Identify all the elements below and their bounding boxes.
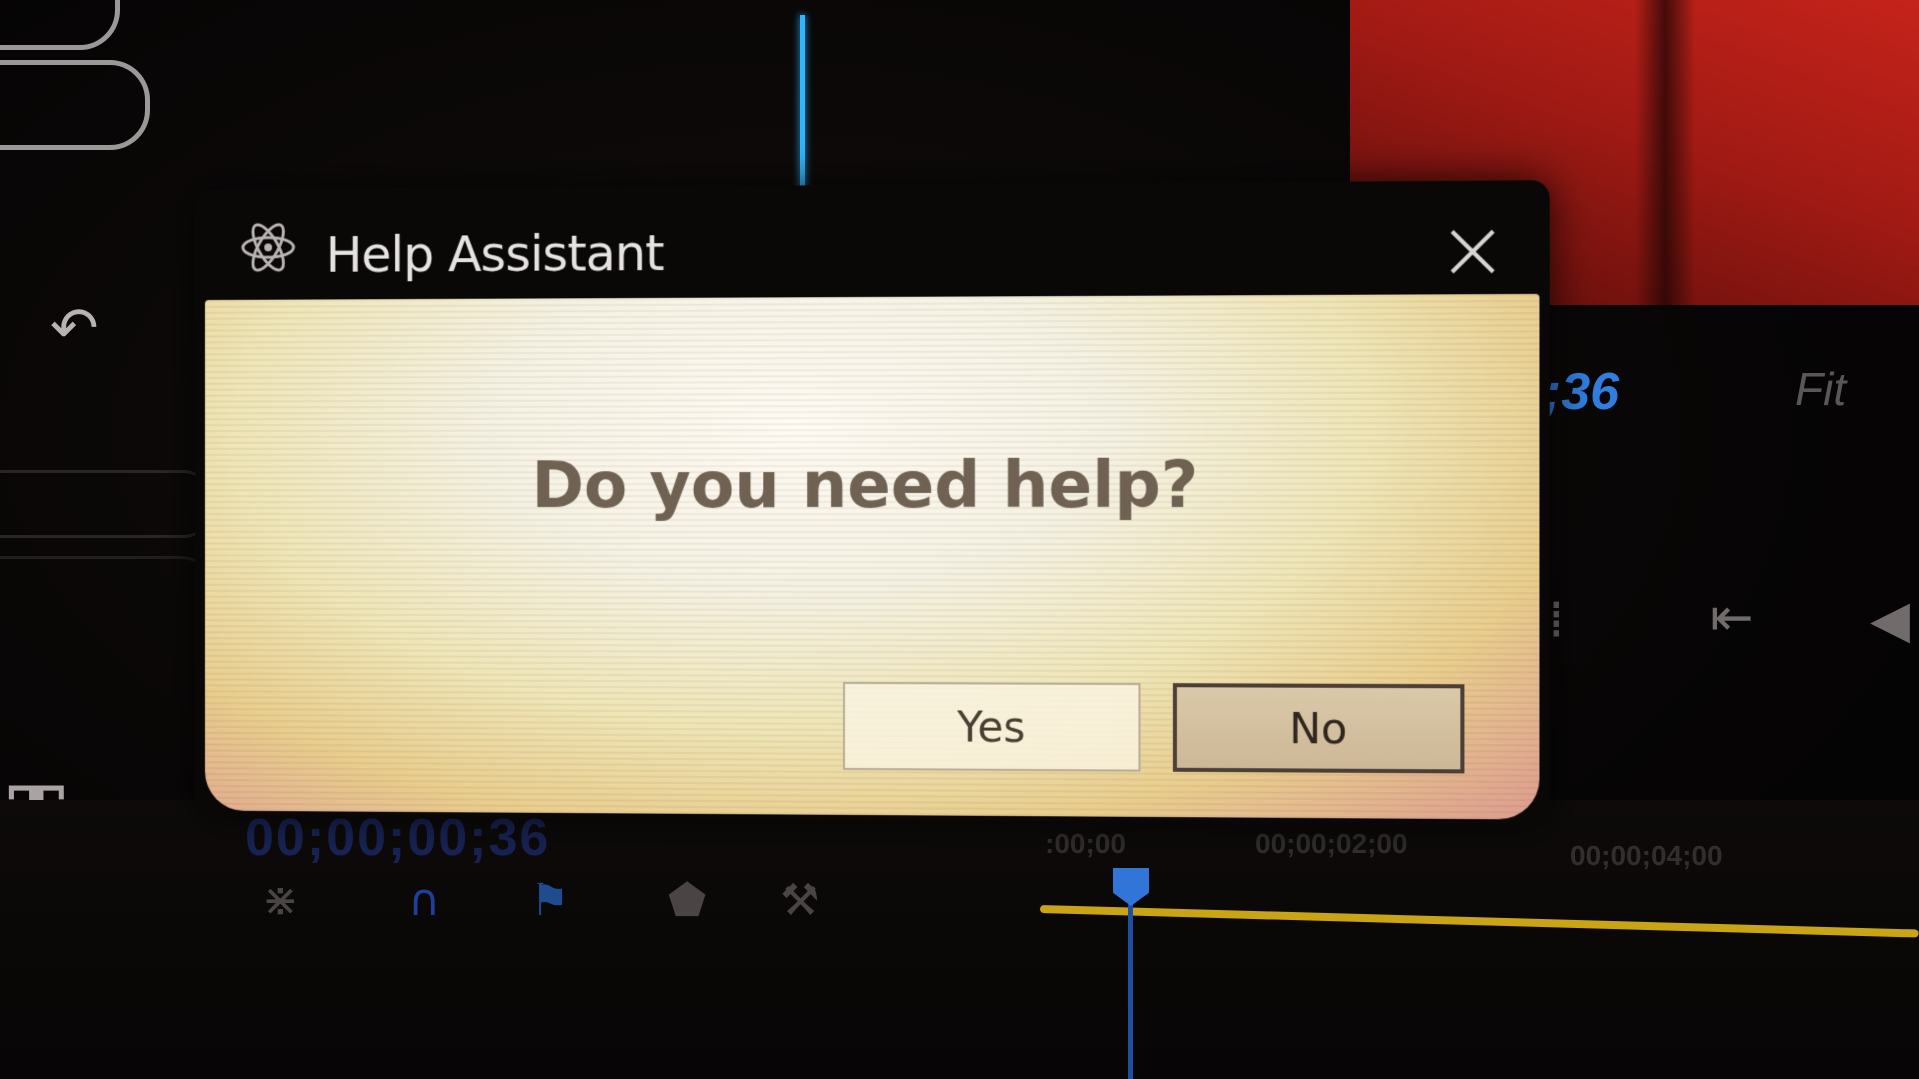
close-icon[interactable]: [1442, 223, 1504, 280]
ripple-icon[interactable]: ⋇: [262, 875, 299, 926]
yes-button[interactable]: Yes: [843, 681, 1141, 772]
play-reverse-icon[interactable]: ◀: [1870, 590, 1910, 650]
dialog-message: Do you need help?: [531, 448, 1199, 524]
playhead-line: [1128, 900, 1133, 1079]
dialog-title: Help Assistant: [325, 224, 664, 284]
dialog-content: Do you need help? Yes No: [204, 293, 1540, 820]
snap-magnet-icon[interactable]: ∩: [408, 875, 440, 926]
side-panel-bar: [0, 470, 213, 538]
no-button[interactable]: No: [1172, 683, 1465, 774]
ruler-tick-2: 00;00;04;00: [1570, 840, 1723, 871]
linked-selection-icon[interactable]: ⚑: [530, 875, 569, 926]
marker-icon[interactable]: ⬟: [668, 875, 706, 926]
dialog-title-bar[interactable]: Help Assistant: [195, 180, 1549, 298]
go-to-in-icon[interactable]: ⇤: [1710, 588, 1754, 648]
preview-shadow: [1635, 0, 1695, 305]
tool-outline-top: [0, 0, 120, 50]
help-assistant-dialog: Help Assistant Do you need help? Yes No: [195, 180, 1550, 835]
editor-screen: ↶ T 0;36 Fit ⁞ ⇤ ◀ 00;00;00;36 :00;00 00…: [0, 0, 1919, 1079]
undo-icon[interactable]: ↶: [50, 298, 140, 358]
wrench-icon[interactable]: ⚒: [780, 875, 819, 926]
tool-outline-middle: [0, 60, 150, 150]
zoom-level-select[interactable]: Fit: [1795, 362, 1846, 416]
side-panel-edge: [0, 556, 220, 619]
panel-divider-highlight: [800, 15, 805, 205]
ruler-tick-0: :00;00: [1045, 828, 1126, 859]
atom-icon: [238, 219, 298, 277]
step-back-icon[interactable]: ⁞: [1548, 590, 1565, 650]
